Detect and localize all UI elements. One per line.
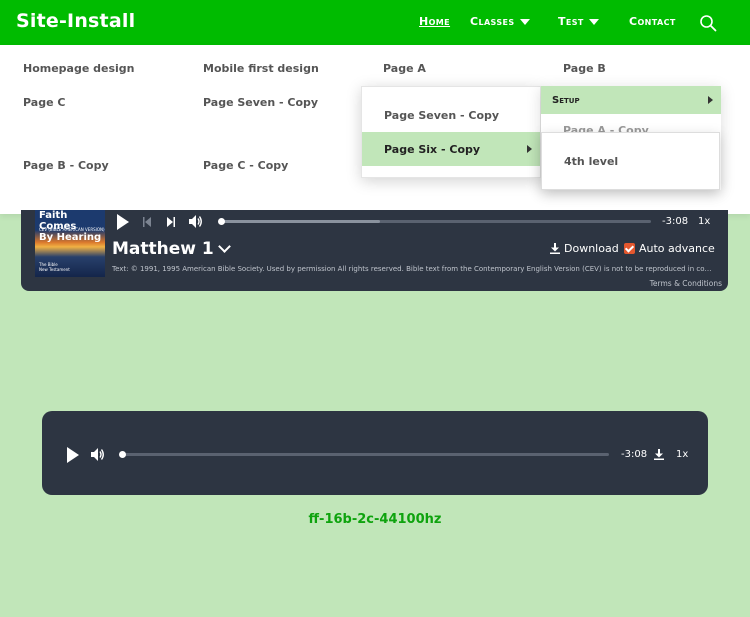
auto-advance-checkbox[interactable]	[624, 243, 635, 254]
chapter-label: Matthew 1	[112, 239, 214, 259]
download-label: Download	[564, 242, 619, 255]
chevron-down-icon	[217, 240, 231, 253]
progress-knob[interactable]	[218, 218, 225, 225]
submenu-level-3: 4th level	[541, 132, 720, 190]
nav-contact[interactable]: Contact	[629, 15, 676, 28]
volume-icon[interactable]	[91, 448, 105, 461]
auto-advance-label: Auto advance	[639, 242, 715, 255]
time-remaining: -3:08	[621, 449, 648, 460]
previous-track-icon[interactable]	[142, 217, 152, 227]
nav-classes[interactable]: Classes	[470, 15, 530, 28]
nav-classes-label: Classes	[470, 15, 515, 28]
auto-advance-toggle[interactable]: Auto advance	[624, 242, 715, 255]
play-icon[interactable]	[66, 447, 80, 463]
submenu-item-label: Page Seven - Copy	[384, 108, 500, 122]
progress-fill	[221, 220, 381, 223]
site-header: Site-Install Home Classes Test Contact	[0, 0, 750, 45]
time-remaining: -3:08	[662, 216, 689, 227]
menu-link[interactable]: Page Seven - Copy	[203, 96, 318, 109]
nav-home[interactable]: Home	[419, 15, 450, 28]
bible-audio-player: Faith Comes By Hearing CEV (BIBLE AMERIC…	[21, 210, 728, 291]
cover-subtitle: CEV (BIBLE AMERICAN VERSION)	[39, 227, 105, 232]
player-controls: -3:08 1x	[116, 213, 716, 231]
audio-player: -3:08 1x	[42, 411, 708, 495]
main-nav: Home Classes Test Contact	[0, 15, 750, 33]
submenu-item[interactable]: Page Seven - Copy	[362, 98, 540, 132]
download-button[interactable]: Download	[550, 242, 619, 255]
play-icon[interactable]	[116, 214, 130, 230]
search-icon[interactable]	[699, 14, 717, 32]
progress-track[interactable]	[122, 453, 609, 456]
menu-link[interactable]: Homepage design	[23, 62, 135, 75]
menu-link[interactable]: Page C	[23, 96, 65, 109]
submenu-page-a: Page Seven - Copy Page Six - Copy	[361, 86, 541, 178]
album-cover: Faith Comes By Hearing CEV (BIBLE AMERIC…	[35, 210, 105, 277]
nav-contact-label: Contact	[629, 15, 676, 28]
submenu-item[interactable]: 4th level	[564, 155, 618, 168]
menu-link[interactable]: Mobile first design	[203, 62, 319, 75]
chevron-right-icon	[708, 96, 713, 104]
chapter-selector[interactable]: Matthew 1	[112, 239, 231, 259]
menu-link[interactable]: Page C - Copy	[203, 159, 288, 172]
cover-footer-line: New Testament	[39, 267, 70, 272]
playback-speed[interactable]: 1x	[698, 216, 710, 227]
progress-track[interactable]	[221, 220, 651, 223]
cover-footer: The Bible New Testament	[39, 262, 70, 272]
chevron-right-icon	[527, 145, 532, 153]
nav-test-label: Test	[558, 15, 584, 28]
terms-link[interactable]: Terms & Conditions	[650, 279, 722, 288]
file-name-label: ff-16b-2c-44100hz	[308, 512, 442, 527]
submenu-item-active[interactable]: Page Six - Copy	[362, 132, 540, 166]
menu-link[interactable]: Page B	[563, 62, 606, 75]
caret-down-icon	[519, 18, 530, 25]
submenu-setup[interactable]: Setup	[541, 86, 721, 114]
next-track-icon[interactable]	[166, 217, 176, 227]
progress-knob[interactable]	[119, 451, 126, 458]
nav-home-label: Home	[419, 15, 451, 28]
caret-down-icon	[588, 18, 599, 25]
cover-title-line: By Hearing	[39, 232, 102, 243]
download-icon[interactable]	[654, 449, 664, 460]
nav-test[interactable]: Test	[558, 15, 599, 28]
download-icon	[550, 243, 560, 254]
copyright-notice: Text: © 1991, 1995 American Bible Societ…	[112, 265, 712, 273]
menu-link[interactable]: Page A	[383, 62, 426, 75]
playback-speed[interactable]: 1x	[676, 449, 688, 460]
submenu-item-label: Page Six - Copy	[384, 142, 481, 156]
submenu-setup-label: Setup	[552, 94, 580, 106]
volume-icon[interactable]	[189, 215, 203, 228]
menu-link[interactable]: Page B - Copy	[23, 159, 109, 172]
